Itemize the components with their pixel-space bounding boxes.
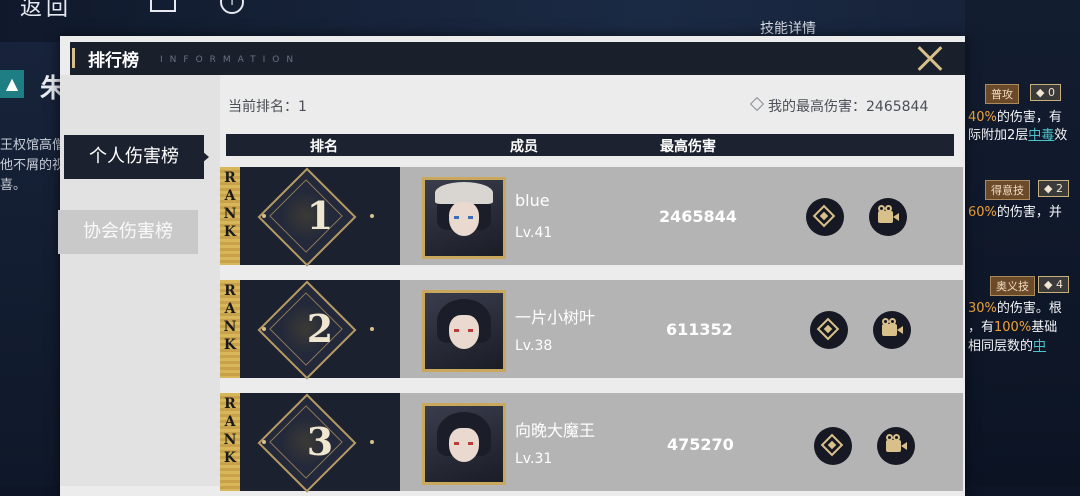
member-level: Lv.38 xyxy=(515,338,553,354)
table-row[interactable]: RANK 1 blue Lv.41 2465844 xyxy=(220,167,963,267)
dark-hair-character-avatar-icon[interactable] xyxy=(422,403,506,485)
skill-cost: ◆ 2 xyxy=(1038,180,1069,197)
rank-word: RANK xyxy=(223,170,237,240)
member-name: blue xyxy=(515,191,550,210)
skill-desc-line: ，有100%基础 xyxy=(968,320,1058,335)
member-level: Lv.41 xyxy=(515,225,553,241)
title-accent-bar xyxy=(72,48,75,68)
skill-desc-line: 60%的伤害，并 xyxy=(968,205,1062,220)
rank-number: 3 xyxy=(306,419,334,464)
home-icon[interactable] xyxy=(150,0,176,12)
rank-strip: RANK xyxy=(220,167,240,265)
replay-button[interactable] xyxy=(869,198,907,236)
tab-personal-damage[interactable]: 个人伤害榜 xyxy=(64,135,204,179)
skill-cost: ◆ 0 xyxy=(1030,84,1061,101)
skill-panel xyxy=(965,0,1080,486)
skill-type-tag: 奥义技 xyxy=(990,276,1035,296)
replay-button[interactable] xyxy=(877,427,915,465)
hooded-character-avatar-icon[interactable] xyxy=(422,177,506,259)
max-damage: 2465844 xyxy=(659,207,737,226)
skill-panel-title: 技能详情 xyxy=(760,21,816,37)
column-header-damage: 最高伤害 xyxy=(660,139,716,155)
skill-desc-line: 际附加2层中毒效 xyxy=(968,128,1068,143)
skill-cost: ◆ 4 xyxy=(1038,276,1069,293)
lineup-button[interactable] xyxy=(810,311,848,349)
active-tab-indicator xyxy=(202,151,209,163)
skill-type-tag: 普攻 xyxy=(985,84,1019,104)
skill-desc-line: 30%的伤害。根 xyxy=(968,301,1062,316)
table-row[interactable]: RANK 2 一片小树叶 Lv.38 611352 xyxy=(220,280,963,380)
close-icon[interactable] xyxy=(912,44,948,74)
replay-camera-icon xyxy=(878,211,899,223)
leaderboard-subtitle: INFORMATION xyxy=(160,55,301,65)
rank-number: 1 xyxy=(306,193,334,238)
skill-desc-line: 40%的伤害，有 xyxy=(968,110,1062,125)
table-row[interactable]: RANK 3 向晚大魔王 Lv.31 475270 xyxy=(220,393,963,493)
tab-guild-damage[interactable]: 协会伤害榜 xyxy=(58,210,198,254)
max-damage: 611352 xyxy=(666,320,733,339)
current-rank: 当前排名：1 xyxy=(228,99,307,115)
replay-camera-icon xyxy=(882,324,903,336)
column-header-rank: 排名 xyxy=(310,139,338,155)
leaderboard-title: 排行榜 xyxy=(88,51,139,71)
column-header-member: 成员 xyxy=(510,139,538,155)
lineup-icon xyxy=(820,433,844,457)
class-badge-icon: ▲ xyxy=(0,70,24,98)
lineup-button[interactable] xyxy=(806,198,844,236)
skill-desc-line: 相同层数的中 xyxy=(968,339,1047,354)
character-bio-line: 他不屑的视 xyxy=(0,158,66,173)
lineup-button[interactable] xyxy=(814,427,852,465)
member-name: 向晚大魔王 xyxy=(515,421,596,440)
my-best-damage: 我的最高伤害：2465844 xyxy=(768,99,929,115)
member-level: Lv.31 xyxy=(515,451,553,467)
rank-word: RANK xyxy=(223,283,237,353)
table-header: 排名 成员 最高伤害 xyxy=(226,134,954,156)
max-damage: 475270 xyxy=(667,435,734,454)
member-name: 一片小树叶 xyxy=(515,308,596,327)
character-bio-line: 王权馆高僧 xyxy=(0,138,66,153)
back-button[interactable]: 返回 xyxy=(20,0,72,22)
replay-button[interactable] xyxy=(873,311,911,349)
rank-word: RANK xyxy=(223,396,237,466)
rank-strip: RANK xyxy=(220,393,240,491)
replay-camera-icon xyxy=(886,440,907,452)
rank-strip: RANK xyxy=(220,280,240,378)
rank-number: 2 xyxy=(306,306,334,351)
character-bio-line: 喜。 xyxy=(0,178,27,193)
lineup-icon xyxy=(816,317,840,341)
skill-type-tag: 得意技 xyxy=(985,180,1030,200)
dark-hair-character-avatar-icon[interactable] xyxy=(422,290,506,372)
lineup-icon xyxy=(812,204,836,228)
